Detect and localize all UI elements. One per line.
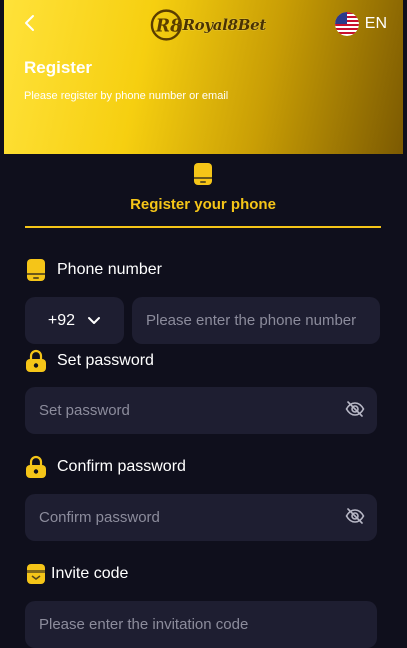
phone-label: Phone number (57, 261, 162, 278)
header-banner: R8 Royal8Bet EN Register Please register… (4, 0, 403, 154)
country-code-select[interactable]: +92 (25, 297, 124, 344)
brand-name: Royal8Bet (182, 16, 267, 34)
phone-input-placeholder: Please enter the phone number (146, 312, 357, 329)
lock-icon (26, 455, 46, 478)
language-selector[interactable]: EN (334, 12, 387, 36)
phone-label-row: Phone number (25, 258, 162, 282)
confirm-label-row: Confirm password (25, 455, 186, 479)
us-flag-icon (334, 12, 359, 36)
confirm-label: Confirm password (57, 458, 186, 475)
invite-label: Invite code (51, 565, 129, 582)
country-code-value: +92 (47, 311, 76, 329)
eye-slash-icon[interactable] (345, 399, 365, 419)
tab-label: Register your phone (130, 196, 276, 213)
back-arrow-icon[interactable] (22, 14, 38, 32)
phone-input[interactable]: Please enter the phone number (132, 297, 380, 344)
invite-input-placeholder: Please enter the invitation code (39, 616, 249, 633)
phone-icon (194, 163, 212, 185)
confirm-password-input[interactable]: Confirm password (25, 494, 377, 541)
invite-code-input[interactable]: Please enter the invitation code (25, 601, 377, 648)
tab-register-phone[interactable]: Register your phone (25, 160, 381, 228)
eye-slash-icon[interactable] (345, 506, 365, 526)
page-subtitle: Please register by phone number or email (24, 90, 229, 102)
tab-underline (25, 226, 381, 228)
language-code: EN (364, 15, 387, 32)
page-title: Register (24, 58, 93, 77)
password-label-row: Set password (25, 349, 154, 373)
svg-text:R8: R8 (155, 17, 182, 37)
phone-icon (27, 259, 45, 281)
lock-icon (26, 349, 46, 372)
confirm-input-placeholder: Confirm password (39, 509, 160, 526)
chevron-down-icon (88, 316, 101, 324)
brand-logo: R8 Royal8Bet (150, 8, 266, 42)
invite-label-row: Invite code (25, 562, 128, 586)
password-input-placeholder: Set password (39, 402, 130, 419)
password-label: Set password (57, 352, 154, 369)
logo-mark-icon: R8 (150, 9, 182, 41)
password-input[interactable]: Set password (25, 387, 377, 434)
gift-icon (27, 564, 45, 584)
